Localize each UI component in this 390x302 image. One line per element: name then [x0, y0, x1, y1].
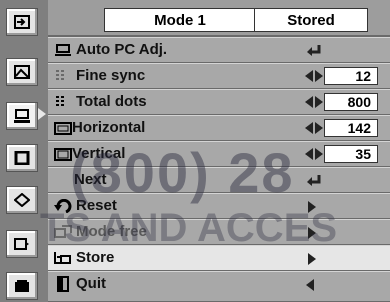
- menu-category-rail: [0, 0, 48, 302]
- total-dots-value: 800: [324, 93, 378, 111]
- menu-header: Mode 1 Stored: [48, 0, 390, 37]
- menu-item-auto-pc-adj[interactable]: Auto PC Adj.: [48, 37, 390, 63]
- watermark-phone: (800) 28: [70, 141, 295, 204]
- horizontal-icon: [54, 121, 72, 135]
- menu-item-label: Quit: [76, 275, 106, 292]
- menu-item-total-dots[interactable]: Total dots 800: [48, 89, 390, 115]
- left-right-adjust-icon[interactable]: [305, 96, 323, 108]
- auto-pc-icon: [54, 43, 72, 57]
- fine-sync-icon: [54, 69, 72, 83]
- left-right-adjust-icon[interactable]: [305, 122, 323, 134]
- menu-item-quit[interactable]: Quit: [48, 271, 390, 302]
- left-right-adjust-icon[interactable]: [305, 70, 323, 82]
- watermark-text: TS AND ACCES: [40, 206, 338, 250]
- mode-indicator: Mode 1: [104, 8, 256, 32]
- screen-icon[interactable]: [6, 144, 38, 172]
- info-icon[interactable]: [6, 272, 38, 300]
- enter-icon: [307, 175, 321, 186]
- pc-adjust-icon[interactable]: [6, 102, 38, 130]
- store-icon: [54, 251, 72, 265]
- left-right-adjust-icon[interactable]: [305, 148, 323, 160]
- menu-item-horizontal[interactable]: Horizontal 142: [48, 115, 390, 141]
- horizontal-value: 142: [324, 119, 378, 137]
- fine-sync-value: 12: [324, 67, 378, 85]
- arrow-right-icon: [308, 253, 316, 265]
- enter-icon: [307, 45, 321, 56]
- input-icon[interactable]: [6, 8, 38, 36]
- menu-item-label: Store: [76, 249, 115, 266]
- menu-item-label: Fine sync: [76, 67, 146, 84]
- stored-status: Stored: [254, 8, 368, 32]
- lamp-icon[interactable]: [6, 186, 38, 214]
- menu-item-label: Horizontal: [72, 119, 146, 136]
- menu-item-label: Auto PC Adj.: [76, 41, 168, 58]
- vertical-value: 35: [324, 145, 378, 163]
- active-category-pointer: [38, 108, 46, 120]
- quit-icon: [54, 276, 72, 292]
- menu-item-fine-sync[interactable]: Fine sync 12: [48, 63, 390, 89]
- setting-icon[interactable]: [6, 230, 38, 258]
- total-dots-icon: [54, 95, 72, 109]
- menu-item-label: Total dots: [76, 93, 147, 110]
- image-icon[interactable]: [6, 58, 38, 86]
- arrow-left-icon: [306, 279, 314, 291]
